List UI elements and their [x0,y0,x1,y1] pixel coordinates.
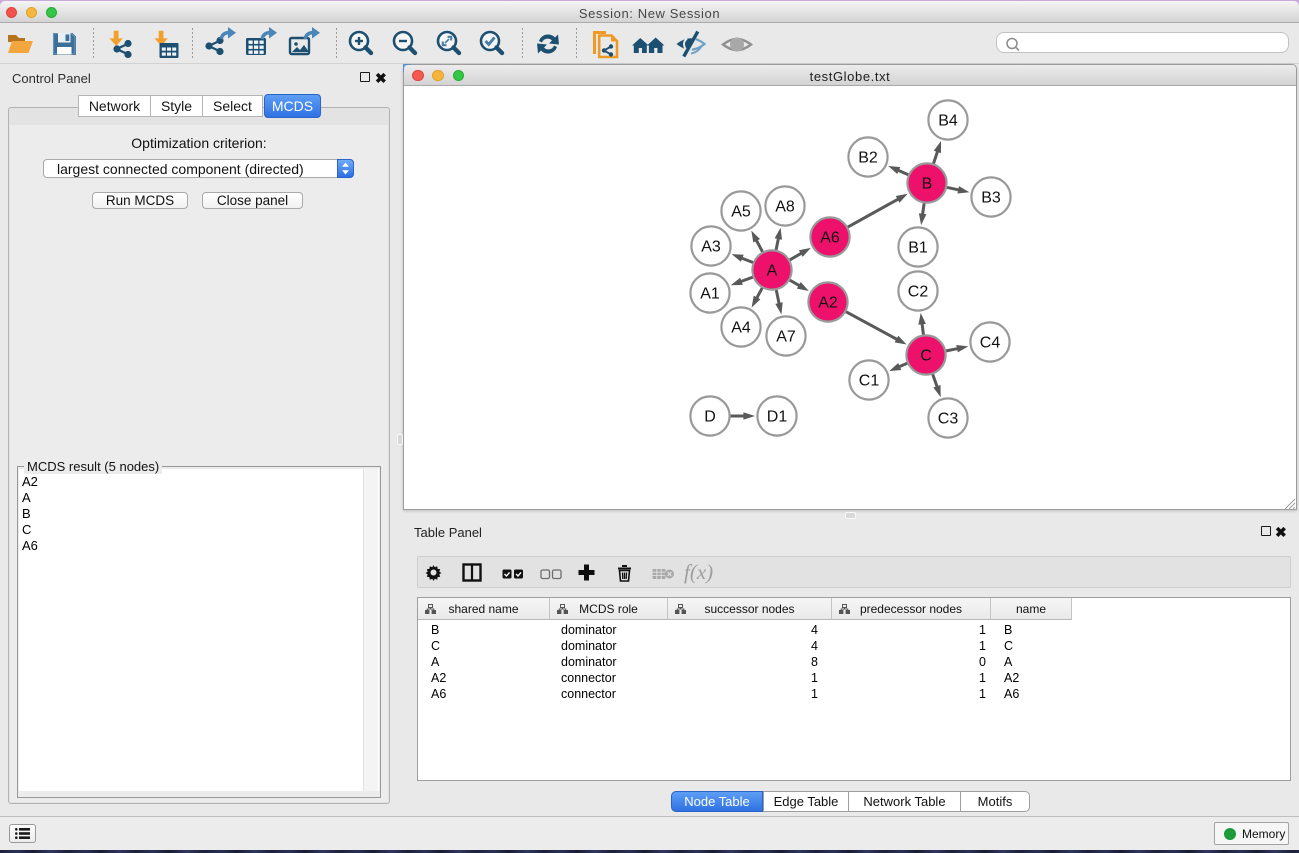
svg-text:C4: C4 [980,335,1001,352]
svg-text:A3: A3 [701,239,721,256]
svg-text:C: C [920,348,932,365]
svg-text:A4: A4 [731,320,751,337]
svg-text:B3: B3 [981,190,1001,207]
svg-text:B1: B1 [908,240,928,257]
svg-text:A7: A7 [776,329,796,346]
svg-text:A2: A2 [818,295,838,312]
svg-text:D1: D1 [767,409,788,426]
svg-text:C1: C1 [859,373,880,390]
svg-text:B: B [922,176,933,193]
svg-text:C3: C3 [938,411,959,428]
svg-text:A: A [767,263,778,280]
svg-text:C2: C2 [908,284,929,301]
svg-text:D: D [704,409,716,426]
svg-text:A5: A5 [731,204,751,221]
svg-text:A1: A1 [700,286,720,303]
svg-text:A8: A8 [775,199,795,216]
svg-text:B4: B4 [938,113,958,130]
svg-text:A6: A6 [820,230,840,247]
svg-text:B2: B2 [858,150,878,167]
